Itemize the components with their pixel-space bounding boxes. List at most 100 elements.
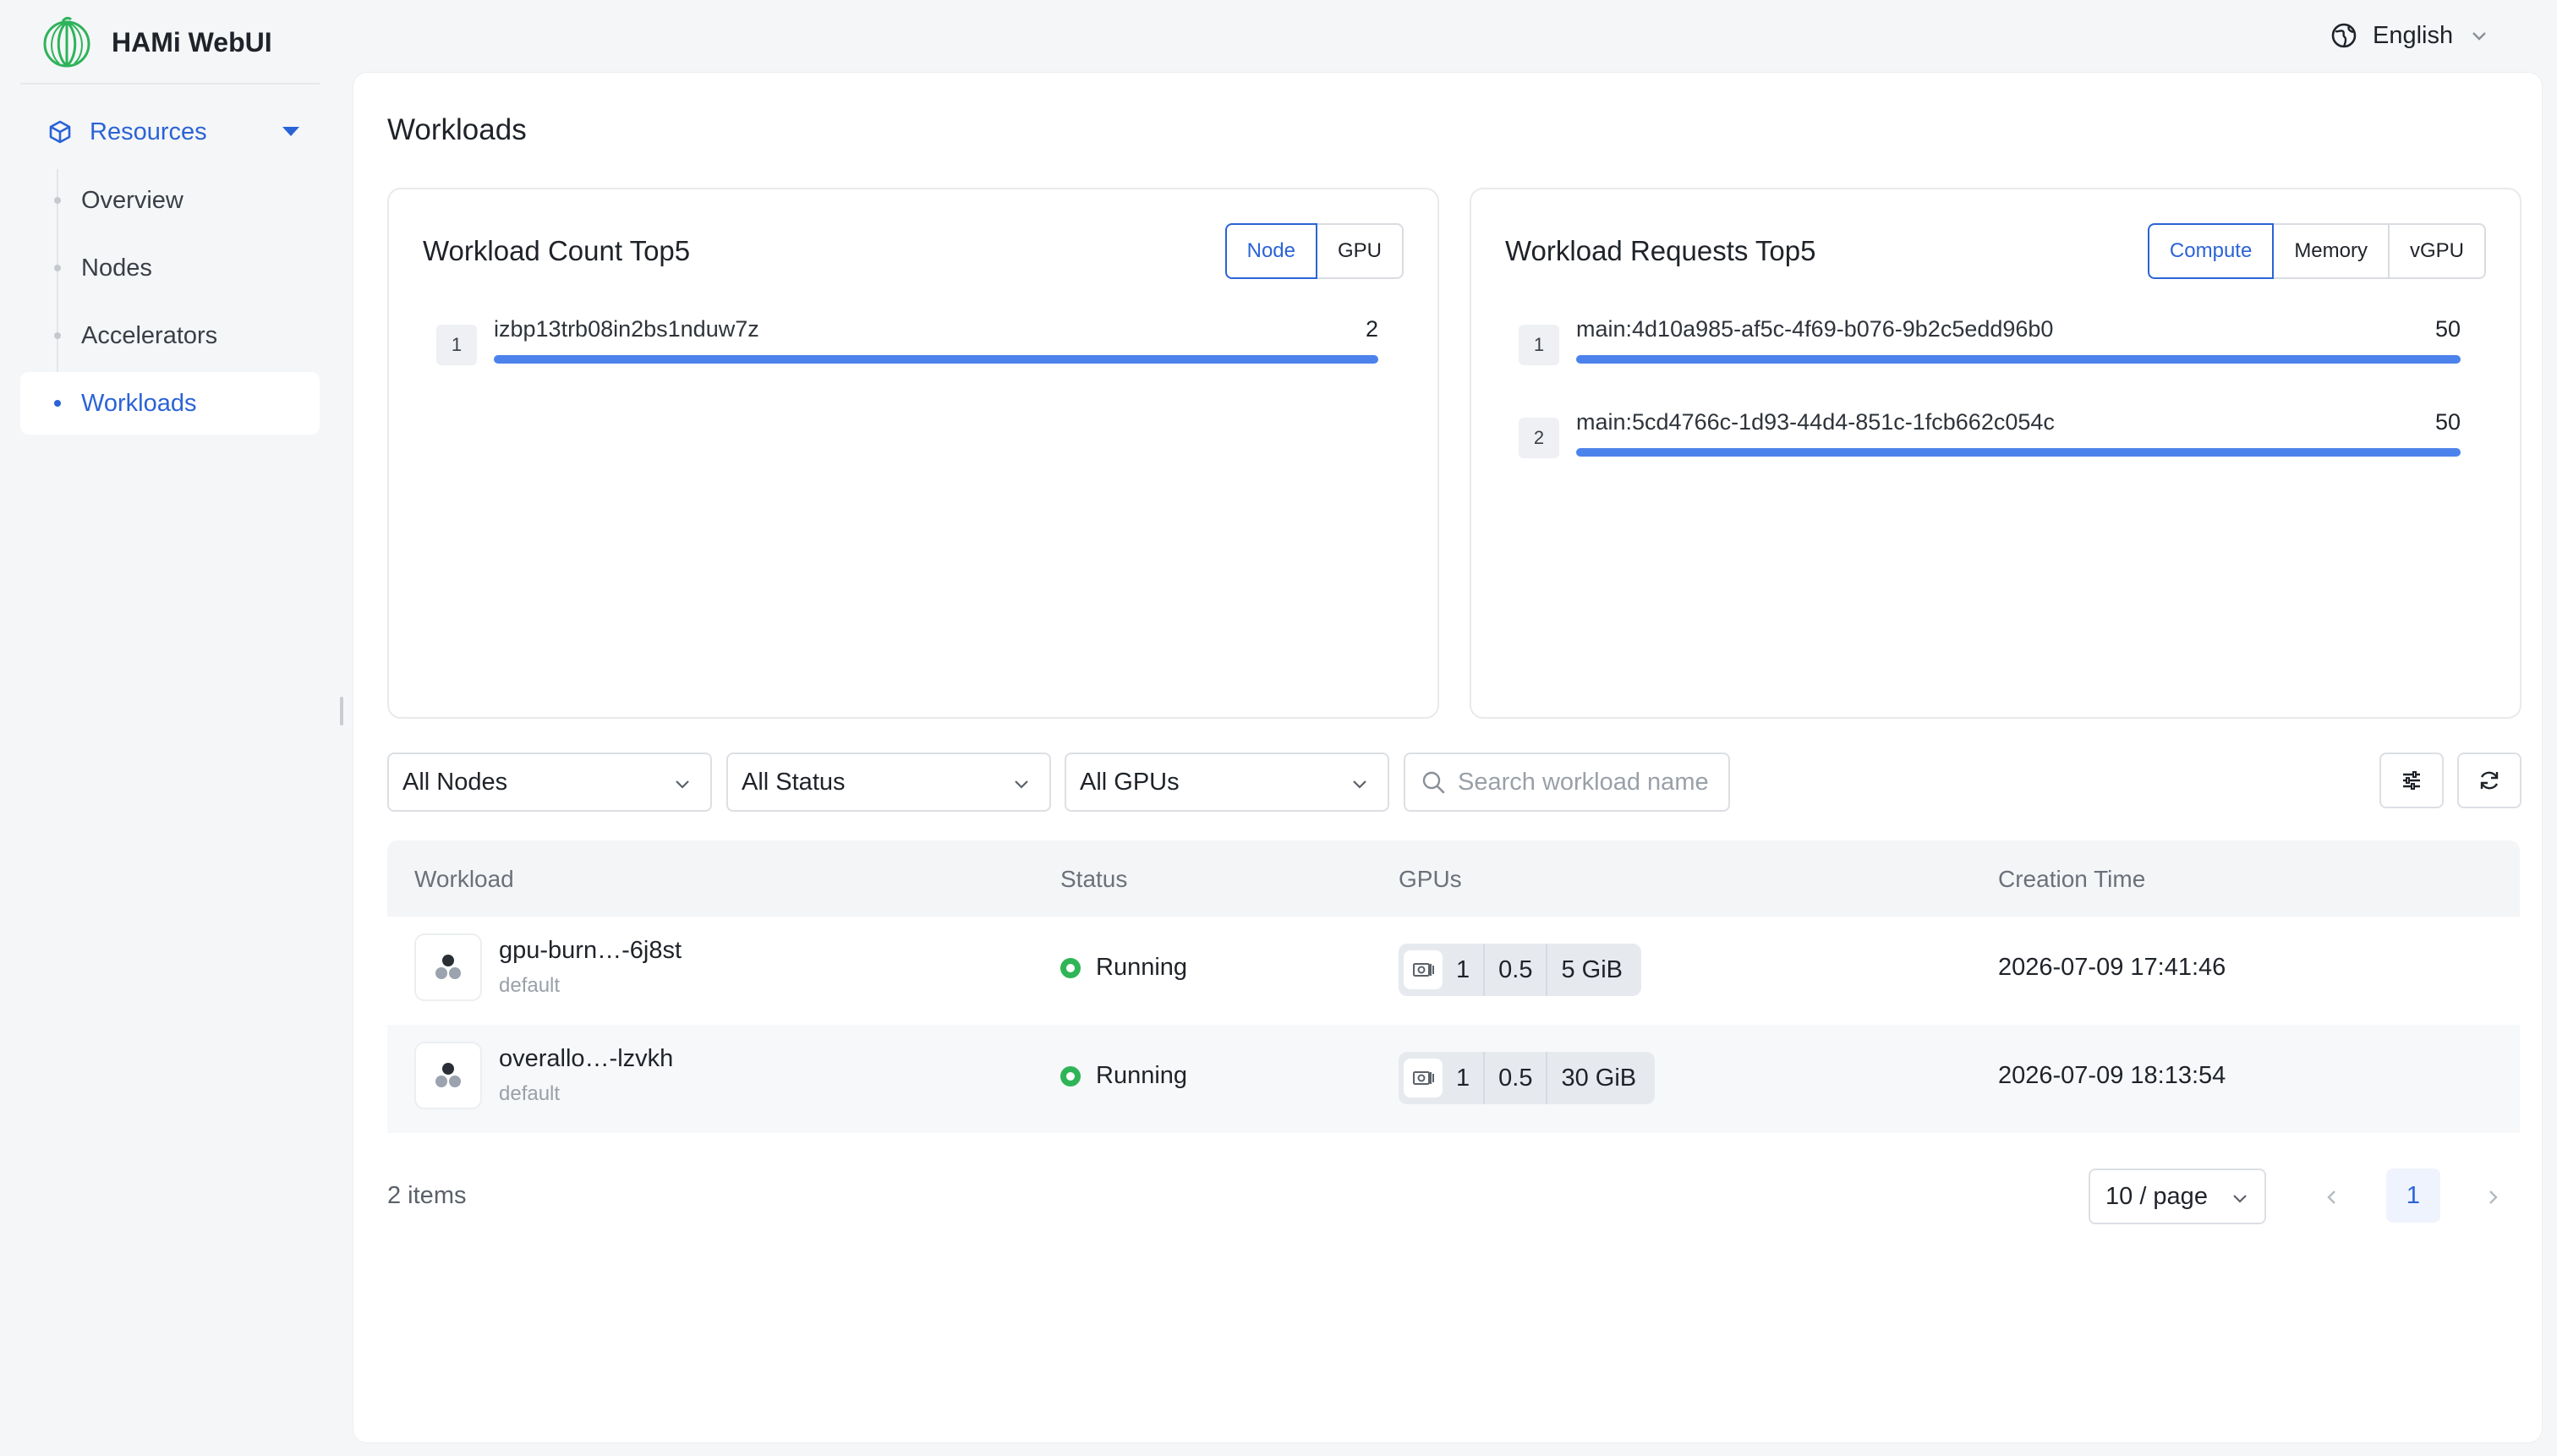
tab-node[interactable]: Node: [1224, 223, 1317, 279]
rank-value: 50: [2434, 316, 2461, 342]
gpu-count: 1: [1456, 1064, 1470, 1092]
pod-cluster-icon: [435, 955, 461, 979]
select-value: All Status: [742, 768, 846, 796]
rank-value: 50: [2434, 409, 2461, 435]
gpu-share: 0.5: [1498, 955, 1533, 983]
creation-time: 2026-07-09 18:13:54: [1998, 1062, 2226, 1089]
rank-bar-track: [494, 355, 1378, 364]
rank-name: main:4d10a985-af5c-4f69-b076-9b2c5edd96b…: [1576, 316, 2054, 342]
card-title: Workload Count Top5: [423, 235, 691, 266]
sidebar-divider: [20, 83, 320, 85]
tab-gpu[interactable]: GPU: [1315, 223, 1404, 279]
page-size-value: 10 / page: [2105, 1182, 2208, 1210]
cube-icon: [49, 120, 71, 144]
column-settings-button[interactable]: [2379, 753, 2444, 808]
page-size-select[interactable]: 10 / page: [2089, 1169, 2266, 1224]
gpu-allocation-chip: 1 0.5 5 GiB: [1399, 944, 1641, 996]
chevron-down-icon: [2472, 32, 2486, 41]
chevron-down-icon: [1015, 780, 1028, 789]
workload-name-link[interactable]: overallo…-lzvkh: [499, 1045, 673, 1073]
sidebar-group-label: Resources: [90, 118, 207, 145]
prev-page-button[interactable]: [2307, 1172, 2357, 1223]
column-header-status[interactable]: Status: [1060, 866, 1127, 893]
tab-compute[interactable]: Compute: [2147, 223, 2275, 279]
sliders-icon: [2403, 771, 2420, 790]
sidebar-item-workloads[interactable]: Workloads: [20, 372, 320, 435]
sidebar-item-label: Accelerators: [81, 321, 218, 349]
workload-avatar: [414, 1042, 482, 1109]
refresh-button[interactable]: [2457, 753, 2521, 808]
requests-tab-group: Compute Memory vGPU: [2147, 223, 2486, 279]
status-badge: Running: [1060, 954, 1187, 982]
page-title: Workloads: [387, 113, 527, 146]
language-selector[interactable]: English: [2330, 17, 2489, 54]
chevron-left-icon: [2327, 1191, 2335, 1204]
tree-dot-icon: [54, 332, 61, 339]
next-page-button[interactable]: [2467, 1172, 2518, 1223]
sidebar-item-label: Overview: [81, 186, 183, 214]
gpu-count: 1: [1456, 955, 1470, 983]
workload-requests-card: Workload Requests Top5 Compute Memory vG…: [1470, 188, 2521, 719]
search-input[interactable]: [1458, 768, 1720, 796]
column-header-workload[interactable]: Workload: [414, 866, 514, 893]
creation-time: 2026-07-09 17:41:46: [1998, 954, 2226, 981]
status-text: Running: [1096, 1062, 1188, 1089]
rank-bar: [1576, 448, 2461, 457]
column-header-creation-time[interactable]: Creation Time: [1998, 866, 2145, 893]
chevron-down-icon: [676, 780, 689, 789]
tab-vgpu[interactable]: vGPU: [2387, 223, 2486, 279]
tab-memory[interactable]: Memory: [2272, 223, 2390, 279]
gpu-filter-select[interactable]: All GPUs: [1065, 753, 1389, 812]
gpu-memory: 30 GiB: [1561, 1064, 1637, 1092]
globe-icon: [2331, 23, 2357, 48]
rank-bar: [1576, 355, 2461, 364]
gpu-card-icon: [1413, 1071, 1434, 1085]
status-filter-select[interactable]: All Status: [726, 753, 1051, 812]
table-row[interactable]: gpu-burn…-6j8st default Running 1 0.5 5 …: [387, 917, 2520, 1025]
sidebar-group-resources[interactable]: Resources: [20, 103, 320, 161]
chevron-right-icon: [2489, 1191, 2498, 1204]
rank-number: 1: [1519, 325, 1559, 365]
running-status-icon: [1060, 957, 1081, 978]
pod-cluster-icon: [435, 1063, 461, 1087]
workload-name-link[interactable]: gpu-burn…-6j8st: [499, 937, 682, 965]
main-panel: Workloads Workload Count Top5 Node GPU 1…: [353, 73, 2542, 1442]
status-text: Running: [1096, 954, 1188, 981]
table-header: Workload Status GPUs Creation Time: [387, 840, 2520, 917]
sidebar-item-nodes[interactable]: Nodes: [20, 237, 320, 299]
node-filter-select[interactable]: All Nodes: [387, 753, 712, 812]
select-value: All GPUs: [1080, 768, 1180, 796]
column-header-gpus[interactable]: GPUs: [1399, 866, 1462, 893]
rank-name: main:5cd4766c-1d93-44d4-851c-1fcb662c054…: [1576, 409, 2055, 435]
refresh-icon: [2480, 771, 2499, 790]
gpu-card-icon-wrap: [1404, 1059, 1443, 1097]
rank-number: 1: [436, 325, 477, 365]
count-tab-group: Node GPU: [1224, 223, 1404, 279]
gpu-card-icon: [1413, 963, 1434, 977]
page-number-current[interactable]: 1: [2386, 1169, 2440, 1223]
rank-row: 1 izbp13trb08in2bs1nduw7z 2: [436, 316, 1378, 384]
rank-bar-track: [1576, 448, 2461, 457]
status-badge: Running: [1060, 1062, 1187, 1090]
sidebar-collapse-handle[interactable]: [340, 697, 343, 725]
workload-count-card: Workload Count Top5 Node GPU 1 izbp13trb…: [387, 188, 1439, 719]
sidebar-item-accelerators[interactable]: Accelerators: [20, 304, 320, 367]
workload-namespace: default: [499, 974, 561, 997]
tree-dot-icon: [54, 265, 61, 271]
rank-bar-track: [1576, 355, 2461, 364]
gpu-memory: 5 GiB: [1561, 955, 1623, 983]
rank-row: 1 main:4d10a985-af5c-4f69-b076-9b2c5edd9…: [1519, 316, 2461, 384]
rank-name: izbp13trb08in2bs1nduw7z: [494, 316, 759, 342]
workload-search[interactable]: [1404, 753, 1730, 812]
caret-down-icon: [282, 127, 299, 136]
sidebar-item-overview[interactable]: Overview: [20, 169, 320, 232]
app-title: HAMi WebUI: [112, 26, 272, 57]
gpu-allocation-chip: 1 0.5 30 GiB: [1399, 1052, 1656, 1104]
rank-row: 2 main:5cd4766c-1d93-44d4-851c-1fcb662c0…: [1519, 409, 2461, 477]
running-status-icon: [1060, 1065, 1081, 1087]
rank-number: 2: [1519, 418, 1559, 458]
table-row[interactable]: overallo…-lzvkh default Running 1 0.5 30…: [387, 1025, 2520, 1133]
rank-value: 2: [1365, 316, 1378, 342]
sidebar-item-label: Nodes: [81, 254, 152, 282]
workload-namespace: default: [499, 1082, 561, 1105]
